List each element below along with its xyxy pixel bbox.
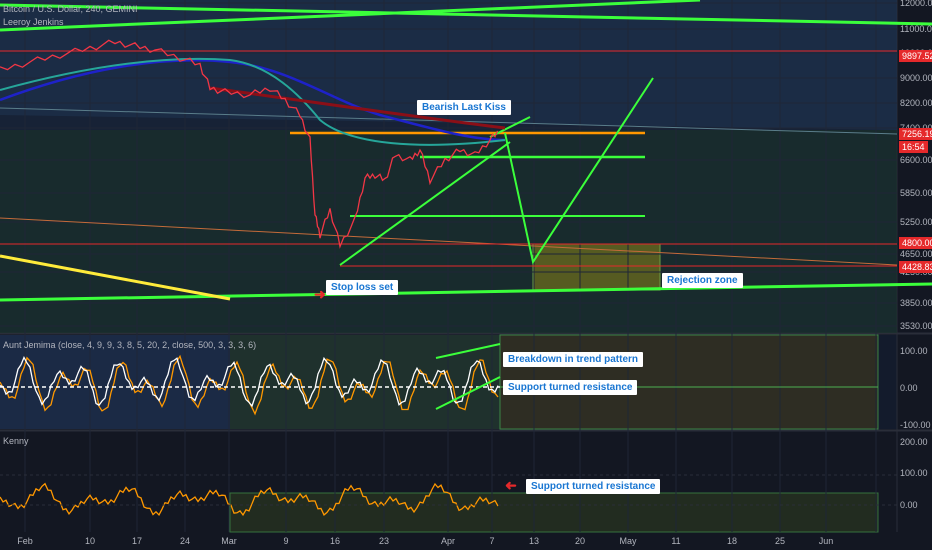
osc-legend: Aunt Jemima (close, 4, 9, 9, 3, 8, 5, 20…: [3, 340, 257, 350]
kenny-tick-label: 200.00: [900, 437, 928, 447]
rejection-zone-rect: [532, 243, 661, 291]
chart-stage[interactable]: Bitcoin / U.S. Dollar, 240, GEMINI Leero…: [0, 0, 932, 550]
date-tick-label: Mar: [221, 536, 237, 546]
date-tick-label: Jun: [818, 536, 834, 546]
price-tick-label: 3850.00: [900, 298, 932, 308]
indicator-legend: Leeroy Jenkins: [3, 17, 64, 27]
date-tick-label: 25: [774, 536, 786, 546]
date-tick-label: 10: [84, 536, 96, 546]
price-tick-label: 3530.00: [900, 321, 932, 331]
price-badge-label: 9897.52: [899, 50, 932, 62]
date-tick-label: 11: [671, 536, 681, 546]
date-tick-label: 13: [528, 536, 540, 546]
breakdown-callout[interactable]: Breakdown in trend pattern: [503, 352, 644, 367]
osc-tick-label: 0.00: [900, 383, 918, 393]
date-tick-label: 20: [574, 536, 586, 546]
date-tick-label: 17: [131, 536, 143, 546]
price-badge-label: 4428.83: [899, 261, 932, 273]
price-tick-label: 5850.00: [900, 188, 932, 198]
osc-tick-label: 100.00: [900, 346, 928, 356]
price-tick-label: 5250.00: [900, 217, 932, 227]
price-badge-label: 7256.19: [899, 128, 932, 140]
osc-tick-label: -100.00: [900, 420, 931, 430]
rejection-zone-callout[interactable]: Rejection zone: [662, 273, 743, 288]
price-tick-label: 9000.00: [900, 73, 932, 83]
date-tick-label: 9: [283, 536, 289, 546]
date-tick-label: 16: [329, 536, 341, 546]
date-tick-label: 23: [378, 536, 390, 546]
chart-svg[interactable]: [0, 0, 932, 550]
kenny-legend: Kenny: [3, 436, 29, 446]
price-tick-label: 12000.00: [900, 0, 932, 8]
price-tick-label: 4650.00: [900, 249, 932, 259]
date-tick-label: 18: [726, 536, 738, 546]
date-tick-label: 7: [489, 536, 495, 546]
date-tick-label: May: [619, 536, 637, 546]
stop-loss-arrow-icon: ➜: [314, 286, 326, 302]
bearish-last-kiss-callout[interactable]: Bearish Last Kiss: [417, 100, 511, 115]
price-tick-label: 8200.00: [900, 98, 932, 108]
date-tick-label: 24: [179, 536, 191, 546]
kenny-tick-label: 100.00: [900, 468, 928, 478]
date-tick-label: Apr: [440, 536, 456, 546]
symbol-legend: Bitcoin / U.S. Dollar, 240, GEMINI: [3, 4, 138, 14]
kenny-arrow-icon: ➜: [505, 477, 517, 493]
support-resistance-callout-1[interactable]: Support turned resistance: [503, 380, 638, 395]
price-tick-label: 6600.00: [900, 155, 932, 165]
price-tick-label: 11000.00: [900, 24, 932, 34]
osc-shade-mid: [230, 335, 500, 429]
support-resistance-callout-2[interactable]: Support turned resistance: [526, 479, 661, 494]
stop-loss-callout[interactable]: Stop loss set: [326, 280, 399, 295]
date-tick-label: Feb: [17, 536, 33, 546]
price-badge-label: 4800.00: [899, 237, 932, 249]
price-badge-label: 16:54: [899, 141, 928, 153]
kenny-tick-label: 0.00: [900, 500, 918, 510]
